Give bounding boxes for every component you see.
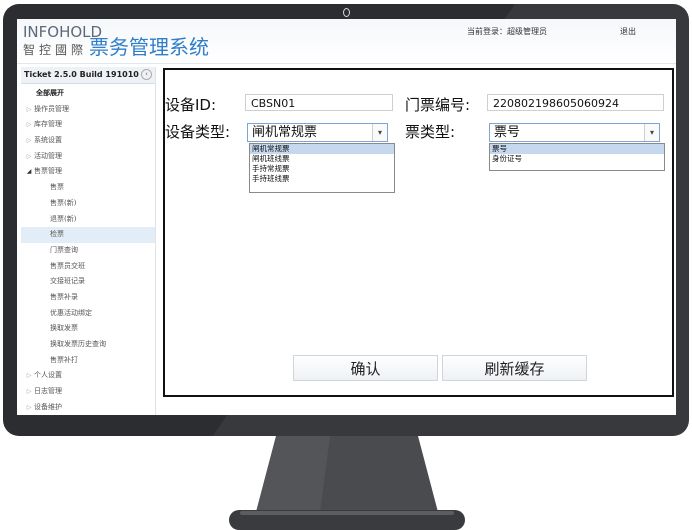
sidebar-item-label: 库存管理	[34, 120, 62, 129]
chevron-right-icon: ▷	[26, 152, 32, 160]
ticket-type-select[interactable]: 票号 ▾	[489, 123, 660, 142]
device-type-option[interactable]: 手持班线票	[250, 174, 394, 184]
sidebar-item-label: 系统设置	[34, 136, 62, 145]
sidebar-item-check[interactable]: 检票	[21, 227, 155, 243]
sidebar-item-ticketing[interactable]: ◢ 售票管理	[21, 164, 155, 180]
stand-base-highlight	[240, 511, 454, 515]
sidebar-item-invoice[interactable]: 换取发票	[21, 321, 155, 337]
sidebar-header: Ticket 2.5.0 Build 191010 ‹	[21, 67, 155, 84]
chevron-right-icon: ▷	[26, 372, 32, 380]
ticket-no-label: 门票编号:	[405, 96, 471, 114]
sidebar-item-label: 售票	[50, 183, 64, 192]
sidebar-item-label: 售票补打	[50, 355, 78, 364]
sidebar-item-ticket-query[interactable]: 门票查询	[21, 243, 155, 259]
sidebar-item-activity[interactable]: ▷ 活动管理	[21, 149, 155, 165]
sidebar-item-label: 售票(新)	[50, 198, 77, 207]
stand-neck-highlight	[256, 436, 330, 512]
device-type-option[interactable]: 闸机班线票	[250, 154, 394, 164]
sidebar-item-sell-new[interactable]: 售票(新)	[21, 196, 155, 212]
logout-link[interactable]: 退出	[620, 26, 636, 37]
device-type-selected: 闸机常规票	[252, 125, 318, 140]
chevron-down-icon: ◢	[26, 168, 32, 176]
device-type-option[interactable]: 手持常规票	[250, 164, 394, 174]
sidebar-item-settings[interactable]: ▷ 系统设置	[21, 133, 155, 149]
sidebar-item-promo-bind[interactable]: 优惠活动绑定	[21, 306, 155, 322]
refresh-cache-button[interactable]: 刷新缓存	[442, 355, 587, 381]
ticket-type-dropdown: 票号 身份证号	[489, 143, 665, 171]
sidebar-item-label: 门票查询	[50, 245, 78, 254]
sidebar-item-logs[interactable]: ▷ 日志管理	[21, 384, 155, 400]
ticket-type-label: 票类型:	[405, 123, 456, 141]
sidebar-item-label: 退票(新)	[50, 214, 77, 223]
sidebar-item-label: 优惠活动绑定	[50, 308, 92, 317]
sidebar-item-label: 操作员管理	[34, 104, 69, 113]
check-ticket-panel: 设备ID: CBSN01 门票编号: 220802198605060924 设备…	[163, 68, 674, 397]
chevron-right-icon: ▷	[26, 388, 32, 396]
system-title: 票务管理系统	[89, 35, 209, 59]
sidebar-item-label: 个人设置	[34, 371, 62, 380]
chevron-down-icon[interactable]: ▾	[372, 124, 387, 141]
sidebar-item-refund-new[interactable]: 退票(新)	[21, 212, 155, 228]
sidebar-item-label: 换取发票	[50, 324, 78, 333]
chevron-right-icon: ▷	[26, 105, 32, 113]
sidebar-item-label: 换取发票历史查询	[50, 340, 106, 348]
chevron-left-icon[interactable]: ‹	[141, 69, 152, 80]
chevron-right-icon: ▷	[26, 121, 32, 129]
sidebar-item-label: 日志管理	[34, 387, 62, 396]
build-version: Ticket 2.5.0 Build 191010	[24, 70, 139, 79]
sidebar-menu: 全部展开 ▷ 操作员管理 ▷ 库存管理 ▷ 系统设置 ▷ 活动管理 ◢ 售票管理 售票 售…	[21, 86, 155, 415]
confirm-button[interactable]: 确认	[293, 355, 438, 381]
sidebar-item-shift-records[interactable]: 交接班记录	[21, 274, 155, 290]
current-user-label: 当前登录：超级管理员	[467, 27, 547, 36]
sidebar-item-inventory[interactable]: ▷ 库存管理	[21, 117, 155, 133]
stand-neck	[256, 436, 438, 512]
sidebar-item-device[interactable]: ▷ 设备维护	[21, 400, 155, 415]
sidebar-item-supplement[interactable]: 售票补录	[21, 290, 155, 306]
device-id-label: 设备ID:	[165, 96, 217, 114]
device-type-option[interactable]: 闸机常规票	[250, 144, 394, 154]
sidebar-item-shift-handover[interactable]: 售票员交班	[21, 259, 155, 275]
sidebar-item-label: 售票员交班	[50, 261, 85, 270]
sidebar-item-label: 交接班记录	[50, 277, 85, 286]
sidebar-item-label: 活动管理	[34, 151, 62, 160]
ticket-type-selected: 票号	[494, 125, 521, 140]
sidebar-item-operator[interactable]: ▷ 操作员管理	[21, 102, 155, 118]
ticket-type-option[interactable]: 票号	[490, 144, 664, 154]
logo-cn-text: 智控國際	[23, 43, 88, 57]
chevron-right-icon: ▷	[26, 403, 32, 411]
device-id-field[interactable]: CBSN01	[245, 94, 393, 111]
device-type-label: 设备类型:	[165, 123, 231, 141]
chevron-right-icon: ▷	[26, 137, 32, 145]
app-header: INFOHOLD 智控國際 票务管理系统 当前登录：超级管理员 退出	[17, 19, 676, 64]
ticket-type-option[interactable]: 身份证号	[490, 154, 664, 164]
device-type-select[interactable]: 闸机常规票 ▾	[247, 123, 388, 142]
sidebar-item-personal[interactable]: ▷ 个人设置	[21, 368, 155, 384]
sidebar-item-sell[interactable]: 售票	[21, 180, 155, 196]
sidebar: Ticket 2.5.0 Build 191010 ‹ 全部展开 ▷ 操作员管理 …	[21, 67, 156, 415]
chevron-down-icon[interactable]: ▾	[644, 124, 659, 141]
camera-icon	[343, 8, 350, 17]
stand-base	[229, 510, 465, 530]
ticket-no-field[interactable]: 220802198605060924	[487, 94, 664, 111]
sidebar-item-expand-all[interactable]: 全部展开	[21, 86, 155, 102]
sidebar-item-label: 全部展开	[36, 89, 64, 97]
sidebar-item-label: 售票补录	[50, 292, 78, 301]
screen: INFOHOLD 智控國際 票务管理系统 当前登录：超级管理员 退出 Ticke…	[17, 19, 676, 415]
sidebar-item-invoice-history[interactable]: 换取发票历史查询	[21, 337, 155, 353]
device-type-dropdown: 闸机常规票 闸机班线票 手持常规票 手持班线票	[249, 143, 395, 193]
sidebar-item-label: 检票	[50, 230, 64, 239]
sidebar-item-label: 售票管理	[34, 167, 62, 176]
sidebar-item-reprint[interactable]: 售票补打	[21, 353, 155, 369]
sidebar-item-label: 设备维护	[34, 402, 62, 411]
